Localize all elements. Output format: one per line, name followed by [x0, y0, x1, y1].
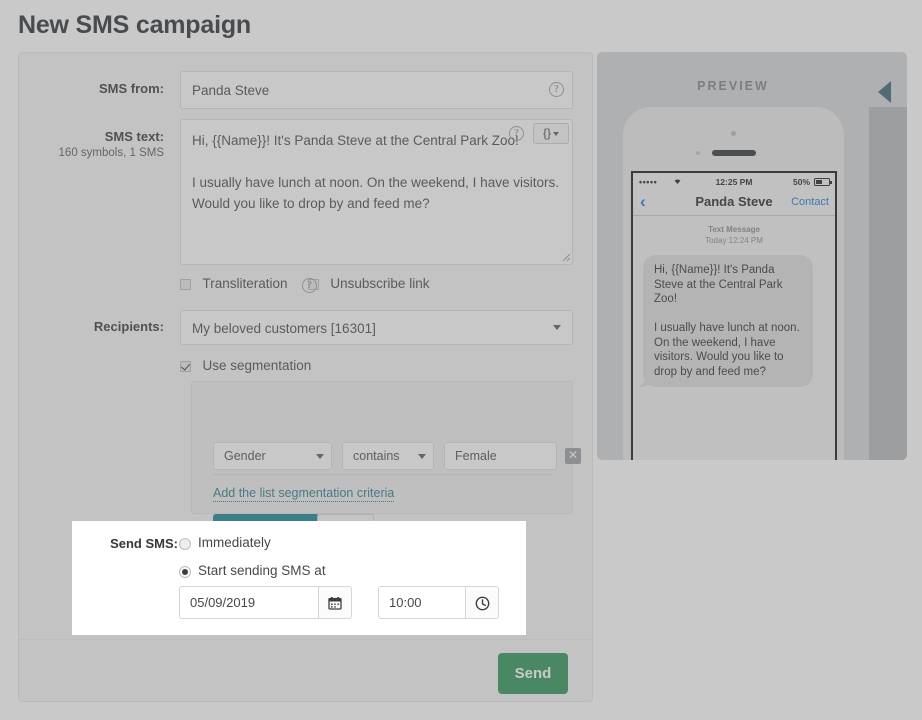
- chevron-down-icon: [553, 132, 559, 136]
- criteria-value-input[interactable]: Female: [444, 442, 557, 470]
- chevron-down-icon: [316, 454, 324, 459]
- footer-divider: [19, 639, 592, 640]
- message-kind: Text Message: [643, 224, 825, 235]
- use-segmentation-checkbox[interactable]: [180, 361, 191, 372]
- collapse-left-arrow-icon[interactable]: [878, 81, 891, 103]
- sms-from-input[interactable]: Panda Steve: [180, 71, 573, 109]
- merge-tag-label: {}: [543, 126, 551, 140]
- battery-icon: [814, 178, 830, 186]
- send-sms-label: Send SMS:: [88, 536, 178, 551]
- preview-panel: PREVIEW ••••• 12:25 PM 50% ‹ Panda: [597, 52, 907, 460]
- use-segmentation-label: Use segmentation: [202, 358, 311, 373]
- segmentation-panel: Gender contains Female ✕ Add the list se…: [191, 381, 573, 514]
- phone-nav-bar: ‹ Panda Steve Contact: [633, 189, 835, 216]
- phone-mockup: ••••• 12:25 PM 50% ‹ Panda Steve Contact…: [623, 107, 844, 460]
- radio-send-scheduled-label: Start sending SMS at: [198, 563, 326, 578]
- use-segmentation-row: Use segmentation: [180, 358, 311, 376]
- radio-send-scheduled[interactable]: [179, 566, 191, 578]
- radio-send-immediately-label: Immediately: [198, 535, 271, 550]
- resize-grip-icon[interactable]: [559, 250, 571, 262]
- chevron-down-icon: [553, 325, 561, 330]
- send-button[interactable]: Send: [498, 653, 568, 694]
- sms-from-label: SMS from:: [19, 81, 164, 96]
- unsubscribe-link-label: Unsubscribe link: [330, 276, 429, 291]
- phone-sensor-icon: [696, 151, 700, 155]
- schedule-date-input[interactable]: 05/09/2019: [179, 586, 319, 619]
- preview-title: PREVIEW: [597, 79, 869, 93]
- phone-status-bar: ••••• 12:25 PM 50%: [633, 173, 835, 189]
- help-circle-icon[interactable]: ?: [509, 126, 524, 141]
- radio-send-immediately[interactable]: [179, 538, 191, 550]
- recipients-label: Recipients:: [19, 319, 164, 334]
- help-circle-icon[interactable]: ?: [549, 82, 564, 97]
- message-area: Text Message Today 12:24 PM Hi, {{Name}}…: [633, 216, 835, 387]
- contact-button[interactable]: Contact: [791, 196, 829, 208]
- page-title: New SMS campaign: [18, 11, 251, 40]
- recipients-select[interactable]: My beloved customers [16301]: [180, 310, 573, 345]
- sms-text-textarea[interactable]: Hi, {{Name}}! It's Panda Steve at the Ce…: [180, 119, 573, 265]
- schedule-time-input[interactable]: 10:00: [378, 586, 466, 619]
- phone-speaker-icon: [712, 150, 756, 156]
- criteria-field-select[interactable]: Gender: [213, 442, 332, 470]
- calendar-icon[interactable]: [319, 586, 352, 619]
- transliteration-checkbox[interactable]: [180, 279, 191, 290]
- battery-percent: 50%: [793, 177, 810, 187]
- preview-panel-sidebar: [869, 107, 907, 460]
- message-timestamp: Today 12:24 PM: [643, 235, 825, 246]
- sms-campaign-page: New SMS campaign SMS from: Panda Steve ?…: [0, 0, 922, 720]
- clock-icon[interactable]: [466, 586, 499, 619]
- phone-screen: ••••• 12:25 PM 50% ‹ Panda Steve Contact…: [631, 171, 837, 460]
- sms-text-label: SMS text:: [19, 129, 164, 144]
- message-meta: Text Message Today 12:24 PM: [643, 224, 825, 246]
- sms-text-counter: 160 symbols, 1 SMS: [19, 147, 164, 159]
- send-sms-highlight-box: Send SMS: Immediately Start sending SMS …: [72, 521, 526, 635]
- chevron-down-icon: [418, 454, 426, 459]
- segmentation-divider: [213, 474, 553, 475]
- remove-criteria-icon[interactable]: ✕: [565, 448, 581, 464]
- help-circle-icon[interactable]: ?: [302, 278, 317, 293]
- add-segmentation-criteria-link[interactable]: Add the list segmentation criteria: [213, 486, 394, 502]
- phone-camera-icon: [731, 131, 736, 136]
- message-bubble: Hi, {{Name}}! It's Panda Steve at the Ce…: [643, 255, 813, 387]
- transliteration-label: Transliteration: [202, 276, 287, 291]
- merge-tag-dropdown-button[interactable]: {}: [533, 123, 569, 144]
